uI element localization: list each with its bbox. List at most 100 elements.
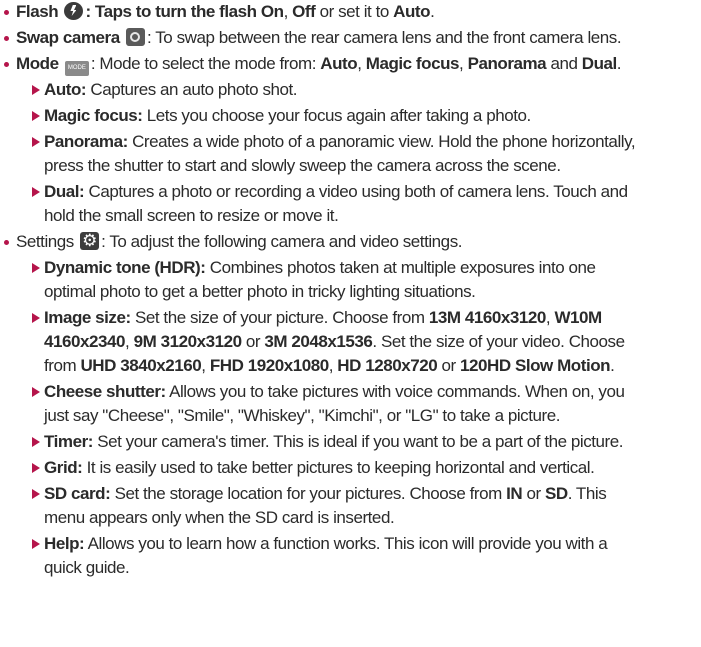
mode-panorama: Panorama — [467, 54, 547, 73]
size-value: 120HD Slow Motion — [460, 356, 611, 375]
sub-text: It is easily used to take better picture… — [82, 458, 595, 477]
mode-icon: MODE — [64, 61, 89, 76]
sep: or — [241, 332, 265, 351]
flash-on: On — [260, 2, 284, 21]
mode-label: Mode — [16, 54, 59, 73]
bullet-dot — [4, 36, 9, 41]
sub-text: Allows you to learn how a function works… — [84, 534, 608, 553]
sub-bullet — [32, 539, 40, 549]
sub-text: Captures an auto photo shot. — [86, 80, 298, 99]
bullet-dot — [4, 62, 9, 67]
manual-page: Flash : Taps to turn the flash On, Off o… — [0, 0, 701, 647]
flash-off: Off — [292, 2, 316, 21]
swap-camera-label: Swap camera — [16, 28, 120, 47]
swap-camera-icon — [126, 28, 146, 46]
flash-label: Flash — [16, 2, 59, 21]
mode-sub-magic-focus: Magic focus: Lets you choose your focus … — [44, 104, 531, 128]
sub-bullet — [32, 187, 40, 197]
sub-text: Creates a wide photo of a panoramic view… — [127, 132, 636, 151]
sub-text: Set your camera's timer. This is ideal i… — [92, 432, 624, 451]
sub-text: Captures a photo or recording a video us… — [84, 182, 629, 201]
swap-camera-desc: : To swap between the rear camera lens a… — [147, 28, 622, 47]
mode-sub-panorama: Panorama: Creates a wide photo of a pano… — [44, 130, 636, 154]
sep: or — [437, 356, 461, 375]
size-value: W10M — [554, 308, 602, 327]
settings-sub-help-cont: quick guide. — [44, 556, 130, 580]
sep: , — [357, 54, 366, 73]
mode-sub-dual-cont: hold the small screen to resize or move … — [44, 204, 339, 228]
sub-bullet — [32, 111, 40, 121]
sub-text: just say "Cheese", "Smile", "Whiskey", "… — [44, 406, 561, 425]
sub-bullet — [32, 313, 40, 323]
settings-sub-timer: Timer: Set your camera's timer. This is … — [44, 430, 623, 454]
settings-sub-grid: Grid: It is easily used to take better p… — [44, 456, 595, 480]
settings-sub-cheese-cont: just say "Cheese", "Smile", "Whiskey", "… — [44, 404, 560, 428]
gear-icon — [80, 229, 100, 253]
sep: , — [125, 332, 134, 351]
mode-magic-focus: Magic focus — [365, 54, 460, 73]
sub-text: Combines photos taken at multiple exposu… — [205, 258, 596, 277]
size-value: 4160x2340 — [44, 332, 126, 351]
sub-text: Lets you choose your focus again after t… — [142, 106, 531, 125]
mode-desc: : Mode to select the mode from: — [90, 54, 321, 73]
size-value: 13M 4160x3120 — [428, 308, 546, 327]
sep: or — [522, 484, 545, 503]
settings-sub-cheese: Cheese shutter: Allows you to take pictu… — [44, 380, 625, 404]
sub-bullet — [32, 137, 40, 147]
settings-sub-help: Help: Allows you to learn how a function… — [44, 532, 608, 556]
sub-text: from — [44, 356, 81, 375]
sub-title: SD card: — [44, 484, 111, 503]
sub-bullet — [32, 463, 40, 473]
sub-bullet — [32, 437, 40, 447]
sub-text: Allows you to take pictures with voice c… — [165, 382, 625, 401]
sub-title: Dynamic tone (HDR): — [44, 258, 206, 277]
sub-bullet — [32, 85, 40, 95]
sub-title: Grid: — [44, 458, 83, 477]
sub-text: quick guide. — [44, 558, 130, 577]
sub-text: hold the small screen to resize or move … — [44, 206, 339, 225]
mode-sub-panorama-cont: press the shutter to start and slowly sw… — [44, 154, 561, 178]
mode-item: Mode MODE: Mode to select the mode from:… — [16, 52, 622, 76]
settings-sub-hdr-cont: optimal photo to get a better photo in t… — [44, 280, 476, 304]
bullet-dot — [4, 10, 9, 15]
sub-title: Panorama: — [44, 132, 128, 151]
sub-text: Set the size of your picture. Choose fro… — [130, 308, 429, 327]
sub-title: Timer: — [44, 432, 93, 451]
settings-sub-sd: SD card: Set the storage location for yo… — [44, 482, 607, 506]
sub-text: menu appears only when the SD card is in… — [44, 508, 395, 527]
sub-title: Auto: — [44, 80, 87, 99]
sub-bullet — [32, 489, 40, 499]
size-value: HD 1280x720 — [337, 356, 438, 375]
flash-icon — [64, 2, 84, 20]
sep: , — [283, 2, 293, 21]
sub-text: Set the storage location for your pictur… — [110, 484, 507, 503]
sep: , — [201, 356, 210, 375]
sub-text: . Set the size of your video. Choose — [372, 332, 625, 351]
settings-desc: : To adjust the following camera and vid… — [101, 232, 463, 251]
sub-title: Magic focus: — [44, 106, 143, 125]
settings-item: Settings : To adjust the following camer… — [16, 229, 463, 254]
mode-dual: Dual — [581, 54, 617, 73]
sub-text: optimal photo to get a better photo in t… — [44, 282, 476, 301]
flash-auto: Auto — [393, 2, 431, 21]
sub-title: Dual: — [44, 182, 85, 201]
size-value: 3M 2048x1536 — [264, 332, 373, 351]
flash-mid: or set it to — [315, 2, 394, 21]
settings-sub-size-cont2: from UHD 3840x2160, FHD 1920x1080, HD 12… — [44, 354, 615, 378]
sub-bullet — [32, 263, 40, 273]
settings-label: Settings — [16, 232, 74, 251]
sd-sd: SD — [544, 484, 568, 503]
settings-sub-size-cont1: 4160x2340, 9M 3120x3120 or 3M 2048x1536.… — [44, 330, 625, 354]
sub-text: press the shutter to start and slowly sw… — [44, 156, 561, 175]
sub-text: . This — [567, 484, 607, 503]
mode-auto: Auto — [320, 54, 358, 73]
settings-sub-size: Image size: Set the size of your picture… — [44, 306, 602, 330]
sep: and — [546, 54, 582, 73]
sub-title: Cheese shutter: — [44, 382, 166, 401]
sub-title: Image size: — [44, 308, 131, 327]
size-value: 9M 3120x3120 — [133, 332, 242, 351]
mode-sub-auto: Auto: Captures an auto photo shot. — [44, 78, 298, 102]
period: . — [616, 54, 622, 73]
size-value: UHD 3840x2160 — [80, 356, 202, 375]
settings-sub-sd-cont: menu appears only when the SD card is in… — [44, 506, 395, 530]
